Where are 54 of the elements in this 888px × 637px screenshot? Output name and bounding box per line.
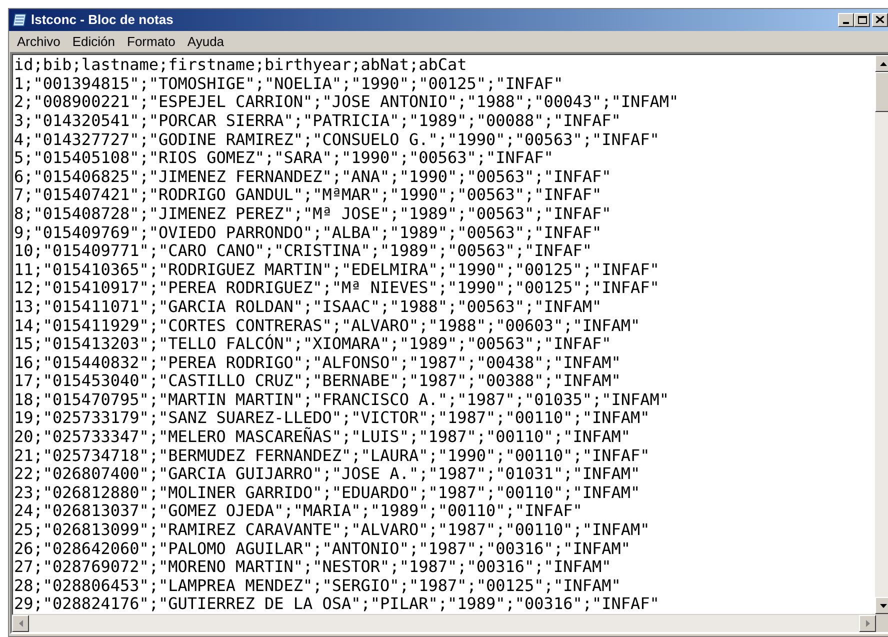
scroll-left-button[interactable] <box>12 615 29 632</box>
left-arrow-icon <box>18 620 22 627</box>
maximize-button[interactable] <box>854 12 870 27</box>
minimize-icon <box>843 22 849 24</box>
text-line: 7;"015407421";"RODRIGO GANDUL";"MªMAR";"1990";"00563";"INFAF" <box>14 186 602 205</box>
text-line: 28;"028806453";"LAMPREA MENDEZ";"SERGIO";"1987";"00125";"INFAM" <box>14 576 621 596</box>
text-line: 29;"028824176";"GUTIERREZ DE LA OSA";"PILAR";"1989";"00316";"INFAF" <box>14 595 660 614</box>
text-line: 15;"015413203";"TELLO FALCÓN";"XIOMARA";"1989";"00563";"INFAF" <box>14 335 612 354</box>
text-line: 4;"014327727";"GODINE RAMIREZ";"CONSUELO G.";"1990";"00563";"INFAF" <box>14 130 660 150</box>
text-line: 21;"025734718";"BERMUDEZ FERNANDEZ";"LAURA";"1990";"00110";"INFAF" <box>14 446 650 466</box>
text-line: 11;"015410365";"RODRIGUEZ MARTIN";"EDELMIRA";"1990";"00125";"INFAF" <box>14 260 660 280</box>
scroll-down-button[interactable] <box>875 597 888 614</box>
text-line: id;bib;lastname;firstname;birthyear;abNat;abCat <box>14 56 467 75</box>
menu-item[interactable]: Ayuda <box>181 31 230 52</box>
text-line: 12;"015410917";"PEREA RODRIGUEZ";"Mª NIEVES";"1990";"00125";"INFAF" <box>14 279 660 298</box>
menu-item[interactable]: Edición <box>66 31 121 52</box>
text-line: 13;"015411071";"GARCIA ROLDAN";"ISAAC";"1988";"00563";"INFAM" <box>14 298 602 316</box>
text-line: 23;"026812880";"MOLINER GARRIDO";"EDUARDO";"1987";"00110";"INFAM" <box>14 484 640 502</box>
text-line: 10;"015409771";"CARO CANO";"CRISTINA";"1989";"00563";"INFAF" <box>14 242 592 261</box>
text-line: 22;"026807400";"GARCIA GUIJARRO";"JOSE A.";"1987";"01031";"INFAM" <box>14 465 640 484</box>
text-line: 6;"015406825";"JIMENEZ FERNANDEZ";"ANA";"1990";"00563";"INFAF" <box>14 168 612 186</box>
text-line: 27;"028769072";"MORENO MARTIN";"NESTOR";"1987";"00316";"INFAM" <box>14 558 612 577</box>
minimize-button[interactable] <box>838 12 854 27</box>
text-line: 19;"025733179";"SANZ SUAREZ-LLEDO";"VICTOR";"1987";"00110";"INFAM" <box>14 409 650 428</box>
scroll-right-button[interactable] <box>859 615 876 632</box>
menu-item[interactable]: Formato <box>121 31 182 52</box>
scroll-thumb[interactable] <box>875 72 888 112</box>
text-line: 16;"015440832";"PEREA RODRIGO";"ALFONSO";"1987";"00438";"INFAM" <box>14 354 621 372</box>
horizontal-scrollbar[interactable] <box>12 615 876 632</box>
text-line: 8;"015408728";"JIMENEZ PEREZ";"Mª JOSE";"1989";"00563";"INFAF" <box>14 204 612 224</box>
text-line: 14;"015411929";"CORTES CONTRERAS";"ALVARO";"1988";"00603";"INFAM" <box>14 316 640 334</box>
right-arrow-icon <box>866 620 870 627</box>
text-line: 20;"025733347";"MELERO MASCAREÑAS";"LUIS";"1987";"00110";"INFAM" <box>14 428 630 447</box>
text-line: 18;"015470795";"MARTIN MARTIN";"FRANCISCO A.";"1987";"01035";"INFAM" <box>14 390 670 410</box>
text-line: 3;"014320541";"PORCAR SIERRA";"PATRICIA";"1989";"00088";"INFAF" <box>14 112 621 131</box>
vertical-scrollbar[interactable] <box>875 55 888 614</box>
text-line: 26;"028642060";"PALOMO AGUILAR";"ANTONIO";"1987";"00316";"INFAM" <box>14 540 630 558</box>
menu-item[interactable]: Archivo <box>11 31 66 52</box>
up-arrow-icon <box>880 62 887 66</box>
window-title: lstconc - Bloc de notas <box>31 11 174 30</box>
scroll-up-button[interactable] <box>875 55 888 72</box>
size-grip[interactable] <box>876 615 888 632</box>
close-icon <box>876 16 884 24</box>
text-line: 25;"026813099";"RAMIREZ CARAVANTE";"ALVARO";"1987";"00110";"INFAM" <box>14 521 650 540</box>
text-line: 5;"015405108";"RIOS GOMEZ";"SARA";"1990";"00563";"INFAF" <box>14 149 554 168</box>
text-line: 2;"008900221";"ESPEJEL CARRION";"JOSE ANTONIO";"1988";"00043";"INFAM" <box>14 93 679 112</box>
text-line: 24;"026813037";"GOMEZ OJEDA";"MARIA";"1989";"00110";"INFAF" <box>14 502 582 522</box>
text-line: 9;"015409769";"OVIEDO PARRONDO";"ALBA";"1989";"00563";"INFAF" <box>14 224 602 242</box>
close-button[interactable] <box>872 12 888 27</box>
maximize-icon <box>858 16 866 24</box>
text-line: 1;"001394815";"TOMOSHIGE";"NOELIA";"1990";"00125";"INFAF" <box>14 74 564 94</box>
text-line: 17;"015453040";"CASTILLO CRUZ";"BERNABE";"1987";"00388";"INFAM" <box>14 372 621 391</box>
down-arrow-icon <box>880 604 887 608</box>
notepad-icon <box>12 12 28 28</box>
